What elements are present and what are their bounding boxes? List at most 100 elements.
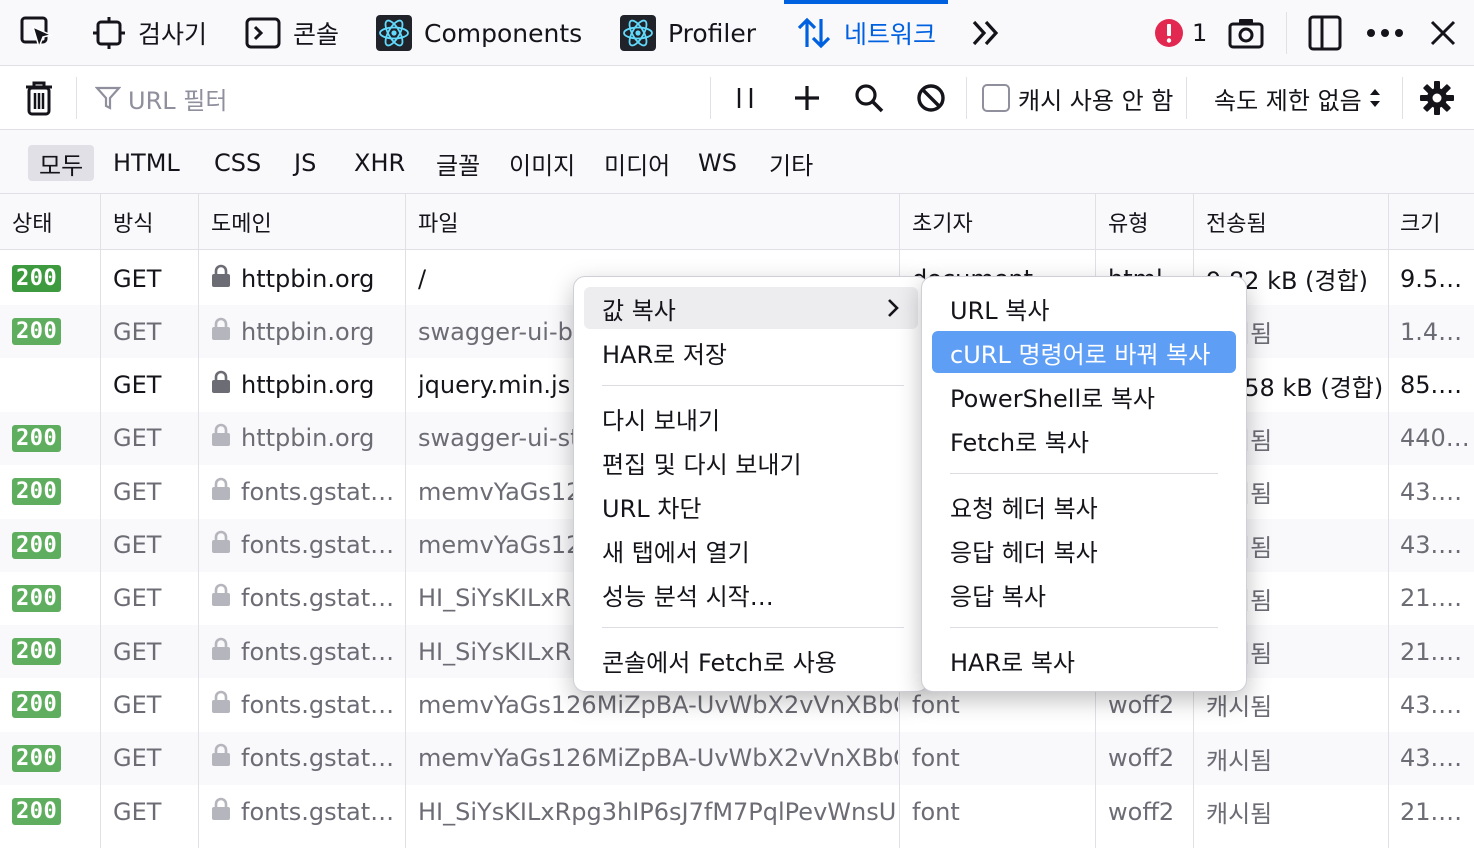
method-text: GET bbox=[113, 264, 162, 293]
status-badge: 200 bbox=[12, 478, 62, 506]
settings-gear-icon[interactable] bbox=[1416, 66, 1458, 130]
cell-status: 200 bbox=[12, 572, 98, 625]
cell-transferred: 캐시됨 bbox=[1206, 732, 1386, 785]
column-header-domain[interactable]: 도메인 bbox=[211, 194, 272, 250]
filter-media-button[interactable]: 미디어 bbox=[593, 145, 681, 181]
disable-cache-label: 캐시 사용 안 함 bbox=[1018, 86, 1174, 115]
filter-all-button[interactable]: 모두 bbox=[28, 145, 95, 181]
tab-network[interactable]: 네트워크 bbox=[784, 0, 949, 66]
disable-cache-checkbox[interactable]: 캐시 사용 안 함 bbox=[982, 66, 1173, 130]
filter-xhr-button[interactable]: XHR bbox=[343, 145, 416, 181]
error-count-button[interactable]: 1 bbox=[1154, 0, 1208, 66]
lock-icon bbox=[211, 797, 231, 827]
filter-fonts-button[interactable]: 글꼴 bbox=[425, 145, 491, 181]
method-text: GET bbox=[113, 584, 162, 613]
menu-item-copy-request-headers[interactable]: 요청 헤더 복사 bbox=[932, 485, 1236, 527]
menu-item-copy-response[interactable]: 응답 복사 bbox=[932, 573, 1236, 615]
menu-item-copy-curl[interactable]: cURL 명령어로 바꿔 복사 bbox=[932, 331, 1236, 373]
method-text: GET bbox=[113, 424, 162, 453]
filter-ws-button[interactable]: WS bbox=[687, 145, 748, 181]
lock-icon bbox=[211, 477, 231, 507]
column-header-file[interactable]: 파일 bbox=[418, 194, 458, 250]
copy-value-submenu: URL 복사 cURL 명령어로 바꿔 복사 PowerShell로 복사 Fe… bbox=[921, 276, 1247, 692]
tab-inspector[interactable]: 검사기 bbox=[92, 0, 207, 66]
cell-method: GET bbox=[113, 785, 197, 838]
pause-icon bbox=[737, 88, 753, 108]
console-icon bbox=[245, 16, 281, 50]
menu-item-start-performance[interactable]: 성능 분석 시작… bbox=[584, 573, 918, 615]
size-text: 440… bbox=[1400, 424, 1470, 453]
url-filter-input[interactable]: URL 필터 bbox=[128, 66, 698, 130]
menu-item-copy-value[interactable]: 값 복사 bbox=[584, 287, 918, 329]
column-header-type[interactable]: 유형 bbox=[1108, 194, 1148, 250]
menu-item-open-new-tab[interactable]: 새 탭에서 열기 bbox=[584, 529, 918, 571]
more-options-icon[interactable] bbox=[1364, 0, 1406, 66]
column-header-status[interactable]: 상태 bbox=[12, 194, 52, 250]
status-badge: 200 bbox=[12, 691, 62, 719]
column-header-method[interactable]: 방식 bbox=[113, 194, 153, 250]
table-row[interactable]: 200 GET fonts.gstat… HI_SiYsKILxRpg3hIP6sJ7… bbox=[0, 785, 1474, 838]
menu-item-use-fetch-console[interactable]: 콘솔에서 Fetch로 사용 bbox=[584, 639, 918, 681]
cell-domain: fonts.gstat… bbox=[211, 785, 401, 838]
clear-trash-icon[interactable] bbox=[20, 66, 58, 130]
divider bbox=[1402, 77, 1403, 119]
cell-status: 200 bbox=[12, 305, 98, 358]
menu-item-copy-har[interactable]: HAR로 복사 bbox=[932, 639, 1236, 681]
menu-item-copy-fetch[interactable]: Fetch로 복사 bbox=[932, 419, 1236, 461]
checkbox-box[interactable] bbox=[982, 84, 1010, 112]
add-request-plus-icon[interactable] bbox=[788, 66, 826, 130]
react-icon bbox=[376, 15, 412, 51]
method-text: GET bbox=[113, 317, 162, 346]
cell-initiator: font bbox=[912, 785, 1092, 838]
tab-console[interactable]: 콘솔 bbox=[245, 0, 339, 66]
cell-size: 43.… bbox=[1400, 465, 1472, 518]
column-header-initiator[interactable]: 초기자 bbox=[912, 194, 973, 250]
filter-js-button[interactable]: JS bbox=[283, 145, 327, 181]
cell-size: 9.5… bbox=[1400, 252, 1472, 305]
block-requests-icon[interactable] bbox=[912, 66, 950, 130]
screenshot-camera-icon[interactable] bbox=[1226, 0, 1266, 66]
cell-domain: httpbin.org bbox=[211, 252, 401, 305]
domain-text: httpbin.org bbox=[241, 317, 375, 346]
filter-html-button[interactable]: HTML bbox=[102, 145, 191, 181]
cell-domain: httpbin.org bbox=[211, 305, 401, 358]
menu-item-copy-powershell[interactable]: PowerShell로 복사 bbox=[932, 375, 1236, 417]
size-text: 21.… bbox=[1400, 797, 1463, 826]
type-text: woff2 bbox=[1108, 797, 1175, 826]
menu-item-copy-url[interactable]: URL 복사 bbox=[932, 287, 1236, 329]
filter-images-button[interactable]: 이미지 bbox=[498, 145, 586, 181]
menu-item-block-url[interactable]: URL 차단 bbox=[584, 485, 918, 527]
lock-icon bbox=[211, 743, 231, 773]
table-row[interactable]: 200 GET fonts.gstat… memvYaGs126MiZpBA-UvWb… bbox=[0, 731, 1474, 785]
size-text: 43.… bbox=[1400, 690, 1463, 719]
domain-text: httpbin.org bbox=[241, 424, 375, 453]
column-header-transferred[interactable]: 전송됨 bbox=[1206, 194, 1267, 250]
throttle-select[interactable]: 속도 제한 없음 bbox=[1214, 66, 1382, 130]
tab-profiler[interactable]: Profiler bbox=[620, 0, 756, 66]
cell-status: 200 bbox=[12, 732, 98, 785]
initiator-text: font bbox=[912, 690, 960, 719]
column-divider bbox=[100, 194, 101, 848]
lock-icon bbox=[211, 690, 231, 720]
lock-icon bbox=[211, 317, 231, 347]
column-header-size[interactable]: 크기 bbox=[1400, 194, 1440, 250]
close-icon[interactable] bbox=[1424, 0, 1462, 66]
filter-css-button[interactable]: CSS bbox=[203, 145, 272, 181]
method-text: GET bbox=[113, 690, 162, 719]
initiator-text: font bbox=[912, 797, 960, 826]
pause-button[interactable] bbox=[726, 66, 764, 130]
element-picker-icon[interactable] bbox=[16, 0, 58, 66]
cell-transferred: 캐시됨 bbox=[1206, 785, 1386, 838]
menu-item-edit-resend[interactable]: 편집 및 다시 보내기 bbox=[584, 441, 918, 483]
menu-item-save-har[interactable]: HAR로 저장 bbox=[584, 331, 918, 373]
cell-file: HI_SiYsKILxRpg3hIP6sJ7fM7PqlPevWnsU bbox=[418, 785, 898, 838]
tab-components[interactable]: Components bbox=[376, 0, 582, 66]
more-tabs-chevron-icon[interactable] bbox=[966, 0, 1006, 66]
filter-other-button[interactable]: 기타 bbox=[758, 145, 824, 181]
responsive-design-icon[interactable] bbox=[1305, 0, 1345, 66]
menu-item-copy-response-headers[interactable]: 응답 헤더 복사 bbox=[932, 529, 1236, 571]
cell-size: 43.… bbox=[1400, 678, 1472, 731]
menu-item-resend[interactable]: 다시 보내기 bbox=[584, 397, 918, 439]
search-icon[interactable] bbox=[850, 66, 888, 130]
cell-size: 21.… bbox=[1400, 572, 1472, 625]
